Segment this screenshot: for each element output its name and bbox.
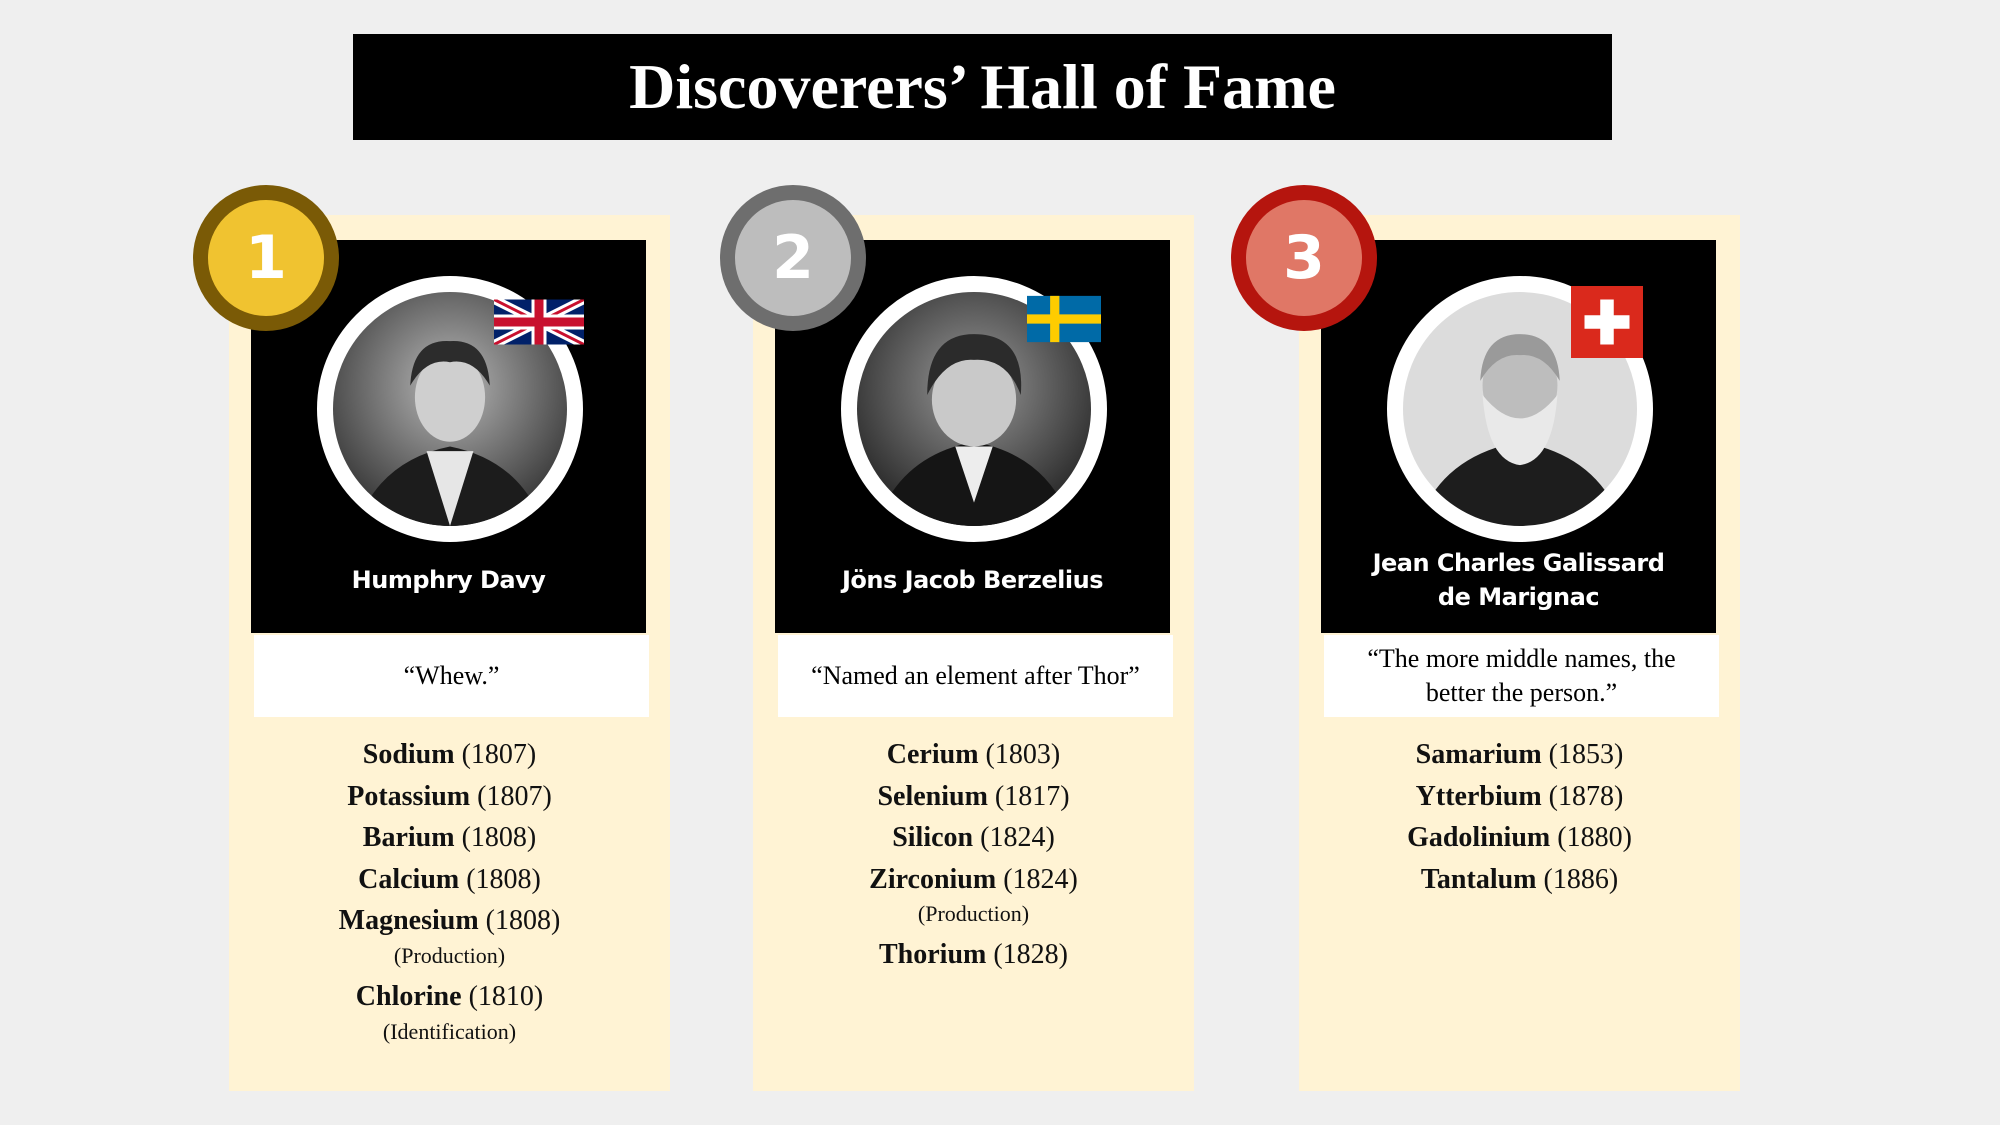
elements-list: Sodium (1807) Potassium (1807) Barium (1… [229, 734, 670, 1052]
page-title: Discoverers’ Hall of Fame [353, 34, 1612, 140]
united-kingdom-flag [494, 299, 584, 345]
element-item: Tantalum (1886) [1420, 863, 1619, 895]
quote: “Whew.” [254, 635, 649, 717]
discoverer-name: Humphry Davy [351, 566, 546, 594]
element-item: Zirconium (1824) [869, 863, 1078, 895]
element-item: Chlorine (1810) [355, 980, 544, 1012]
quote: “Named an element after Thor” [778, 635, 1173, 717]
elements-list: Samarium (1853) Ytterbium (1878) Gadolin… [1299, 734, 1740, 900]
element-item: Silicon (1824) [892, 822, 1055, 854]
rank-badge-gold: 1 [193, 185, 339, 331]
element-item: Samarium (1853) [1415, 739, 1624, 770]
element-item: Gadolinium (1880) [1407, 822, 1632, 854]
element-item: Selenium (1817) [877, 780, 1070, 812]
rank-badge-silver: 2 [720, 185, 866, 331]
element-item: Barium (1808) [362, 822, 537, 854]
photo-panel: Jean Charles Galissard de Marignac [1321, 240, 1716, 633]
element-item: Calcium (1808) [358, 863, 541, 895]
element-note: (Production) [917, 901, 1030, 927]
element-item: Magnesium (1808) [338, 905, 561, 937]
element-item: Thorium (1828) [878, 939, 1068, 971]
sweden-flag [1027, 295, 1101, 343]
card-jons-jacob-berzelius: Jöns Jacob Berzelius “Named an element a… [753, 215, 1194, 1091]
discoverer-name: Jean Charles Galissard de Marignac [1372, 549, 1665, 611]
card-humphry-davy: Humphry Davy “Whew.” Sodium (1807) Potas… [229, 215, 670, 1091]
card-jean-charles-galissard-de-marignac: Jean Charles Galissard de Marignac “The m… [1299, 215, 1740, 1091]
discoverer-name: Jöns Jacob Berzelius [842, 566, 1104, 594]
elements-list: Cerium (1803) Selenium (1817) Silicon (1… [753, 734, 1194, 976]
element-item: Sodium (1807) [362, 739, 537, 770]
element-item: Potassium (1807) [347, 780, 552, 812]
element-item: Cerium (1803) [886, 739, 1061, 770]
switzerland-flag [1571, 286, 1643, 358]
element-note: (Identification) [382, 1018, 517, 1044]
element-note: (Production) [393, 942, 506, 968]
rank-badge-bronze: 3 [1231, 185, 1377, 331]
element-item: Ytterbium (1878) [1415, 780, 1624, 812]
quote: “The more middle names, the better the pe… [1324, 635, 1719, 717]
